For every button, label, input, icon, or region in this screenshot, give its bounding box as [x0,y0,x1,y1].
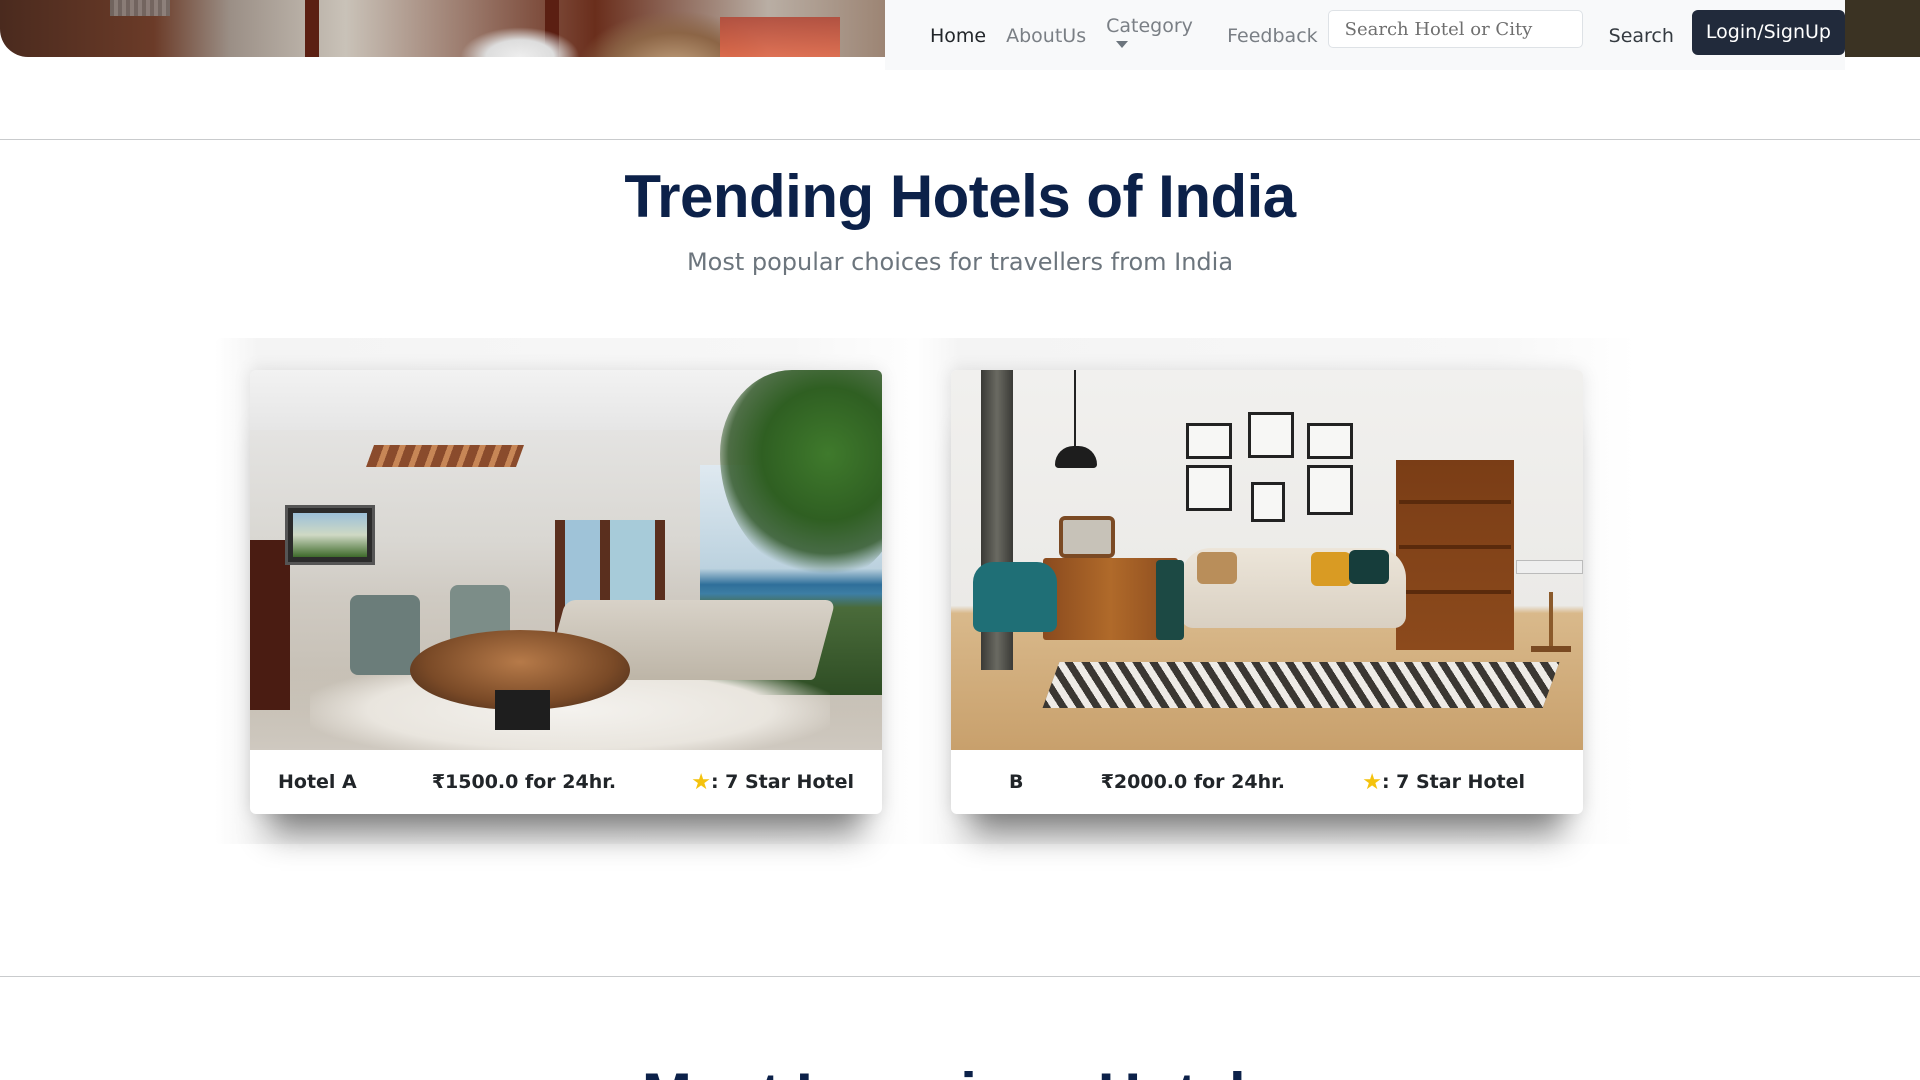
hero-banner-edge [1845,0,1920,57]
trending-title: Trending Hotels of India [624,163,1296,230]
star-icon: ★ [1362,769,1382,795]
section-divider [0,976,1920,977]
card-footer: B ₹2000.0 for 24hr. ★: 7 Star Hotel [951,750,1583,814]
hotel-card[interactable]: Hotel A ₹1500.0 for 24hr. ★: 7 Star Hote… [250,370,882,814]
hotel-rating-text: : 7 Star Hotel [1381,770,1525,793]
section-divider [0,139,1920,140]
navbar: Home AboutUs Category Feedback Search Lo… [885,0,1845,70]
hotel-rating: ★: 7 Star Hotel [691,770,854,795]
login-signup-button[interactable]: Login/SignUp [1691,9,1845,55]
luxury-title: Most Luxurious Hotels [0,1060,1920,1080]
nav-feedback[interactable]: Feedback [1227,26,1317,46]
hotel-rating-text: : 7 Star Hotel [710,770,854,793]
hotel-name: Hotel A [278,771,357,793]
caret-down-icon [1116,41,1129,48]
nav-home[interactable]: Home [930,26,986,46]
page: Home AboutUs Category Feedback Search Lo… [0,0,1920,1080]
hotel-card[interactable]: B ₹2000.0 for 24hr. ★: 7 Star Hotel [951,370,1583,814]
nav-category-label: Category [1106,15,1193,37]
search-input[interactable] [1327,10,1583,48]
hotel-price: ₹1500.0 for 24hr. [431,771,617,793]
hotel-image[interactable] [951,370,1583,750]
nav-category-dropdown[interactable]: Category [1106,17,1207,55]
search-button[interactable]: Search [1609,25,1674,47]
trending-subtitle: Most popular choices for travellers from… [686,248,1234,276]
hotel-name: B [1009,771,1024,793]
hotel-rating: ★: 7 Star Hotel [1362,770,1525,795]
hotel-image[interactable] [250,370,882,750]
nav-about-us[interactable]: AboutUs [1006,26,1086,46]
card-footer: Hotel A ₹1500.0 for 24hr. ★: 7 Star Hote… [250,750,882,814]
hotel-price: ₹2000.0 for 24hr. [1100,771,1285,793]
star-icon: ★ [691,769,711,795]
